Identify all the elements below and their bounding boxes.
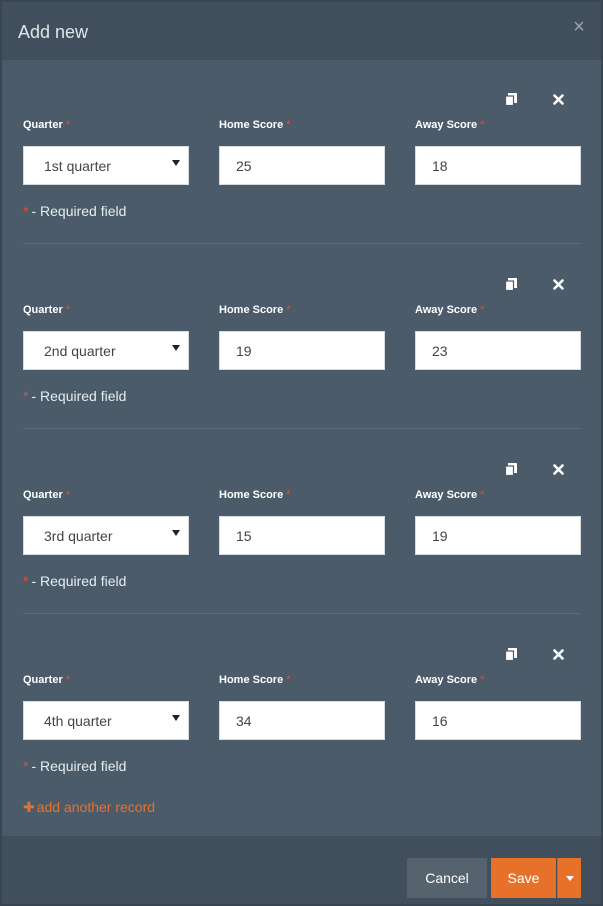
- chevron-down-icon: [172, 160, 180, 166]
- required-field-note: * - Required field: [23, 758, 126, 774]
- away-score-label-text: Away Score: [415, 674, 478, 686]
- required-star: *: [65, 119, 71, 131]
- required-star: *: [286, 304, 291, 316]
- plus-icon: ✚: [23, 799, 35, 815]
- home-score-value: 15: [236, 527, 252, 544]
- home-score-label-text: Home Score: [219, 489, 284, 501]
- chevron-down-icon: [172, 715, 180, 721]
- save-dropdown-toggle[interactable]: [557, 858, 581, 898]
- required-star: *: [480, 119, 485, 131]
- away-score-label: Away Score *: [415, 119, 484, 131]
- required-note-text: - Required field: [31, 758, 127, 774]
- away-score-label: Away Score *: [415, 489, 484, 501]
- copy-record-icon[interactable]: [502, 275, 520, 293]
- quarter-label: Quarter *: [23, 304, 70, 316]
- remove-record-icon[interactable]: [549, 645, 567, 663]
- save-button[interactable]: Save: [491, 858, 556, 898]
- required-star: *: [65, 304, 71, 316]
- away-score-value: 23: [432, 342, 448, 359]
- add-another-record-link[interactable]: ✚ add another record: [23, 799, 155, 816]
- away-score-label: Away Score *: [415, 304, 484, 316]
- quarter-select-value: 2nd quarter: [44, 342, 116, 359]
- home-score-label: Home Score *: [219, 674, 290, 686]
- remove-record-icon[interactable]: [549, 90, 567, 108]
- required-star: *: [480, 674, 485, 686]
- home-score-label-text: Home Score: [219, 119, 284, 131]
- record-row: Quarter * Home Score * Away Score * 3rd qua…: [2, 372, 601, 614]
- home-score-value: 34: [236, 712, 252, 729]
- home-score-label: Home Score *: [219, 489, 290, 501]
- away-score-input[interactable]: 23: [415, 331, 581, 370]
- record-row: Quarter * Home Score * Away Score * 1st qua…: [2, 2, 601, 244]
- quarter-label: Quarter *: [23, 674, 70, 686]
- chevron-down-icon: [172, 345, 180, 351]
- quarter-label-text: Quarter: [23, 119, 63, 131]
- away-score-value: 19: [432, 527, 448, 544]
- away-score-value: 18: [432, 157, 448, 174]
- quarter-select-value: 3rd quarter: [44, 527, 113, 544]
- home-score-value: 19: [236, 342, 252, 359]
- away-score-label-text: Away Score: [415, 304, 478, 316]
- quarter-label: Quarter *: [23, 119, 70, 131]
- chevron-down-icon: [172, 530, 180, 536]
- away-score-input[interactable]: 19: [415, 516, 581, 555]
- home-score-label-text: Home Score: [219, 674, 284, 686]
- required-star: *: [480, 489, 485, 501]
- required-star: *: [23, 758, 29, 774]
- home-score-label-text: Home Score: [219, 304, 284, 316]
- away-score-label-text: Away Score: [415, 119, 478, 131]
- quarter-select-value: 4th quarter: [44, 712, 112, 729]
- quarter-select[interactable]: 3rd quarter: [23, 516, 189, 555]
- quarter-select[interactable]: 4th quarter: [23, 701, 189, 740]
- home-score-label: Home Score *: [219, 119, 290, 131]
- quarter-label-text: Quarter: [23, 674, 63, 686]
- required-star: *: [480, 304, 485, 316]
- quarter-select-value: 1st quarter: [44, 157, 111, 174]
- add-new-modal: Add new × Quarter * Home Score * Away Scor…: [2, 2, 601, 904]
- required-star: *: [65, 489, 71, 501]
- caret-down-icon: [565, 875, 574, 881]
- away-score-value: 16: [432, 712, 448, 729]
- required-star: *: [286, 674, 291, 686]
- away-score-label: Away Score *: [415, 674, 484, 686]
- away-score-input[interactable]: 18: [415, 146, 581, 185]
- home-score-label: Home Score *: [219, 304, 290, 316]
- quarter-label-text: Quarter: [23, 489, 63, 501]
- record-row: Quarter * Home Score * Away Score * 2nd qua…: [2, 187, 601, 429]
- add-record-label: add another record: [36, 799, 156, 815]
- quarter-select[interactable]: 2nd quarter: [23, 331, 189, 370]
- remove-record-icon[interactable]: [549, 460, 567, 478]
- home-score-input[interactable]: 15: [219, 516, 385, 555]
- home-score-value: 25: [236, 157, 252, 174]
- cancel-button[interactable]: Cancel: [407, 858, 487, 898]
- quarter-select[interactable]: 1st quarter: [23, 146, 189, 185]
- record-row: Quarter * Home Score * Away Score * 4th qua…: [2, 557, 601, 774]
- required-star: *: [286, 489, 291, 501]
- required-star: *: [286, 119, 291, 131]
- home-score-input[interactable]: 19: [219, 331, 385, 370]
- quarter-label: Quarter *: [23, 489, 70, 501]
- remove-record-icon[interactable]: [549, 275, 567, 293]
- copy-record-icon[interactable]: [502, 645, 520, 663]
- away-score-input[interactable]: 16: [415, 701, 581, 740]
- home-score-input[interactable]: 25: [219, 146, 385, 185]
- copy-record-icon[interactable]: [502, 90, 520, 108]
- modal-footer: Cancel Save: [2, 836, 601, 904]
- quarter-label-text: Quarter: [23, 304, 63, 316]
- home-score-input[interactable]: 34: [219, 701, 385, 740]
- away-score-label-text: Away Score: [415, 489, 478, 501]
- copy-record-icon[interactable]: [502, 460, 520, 478]
- required-star: *: [65, 674, 71, 686]
